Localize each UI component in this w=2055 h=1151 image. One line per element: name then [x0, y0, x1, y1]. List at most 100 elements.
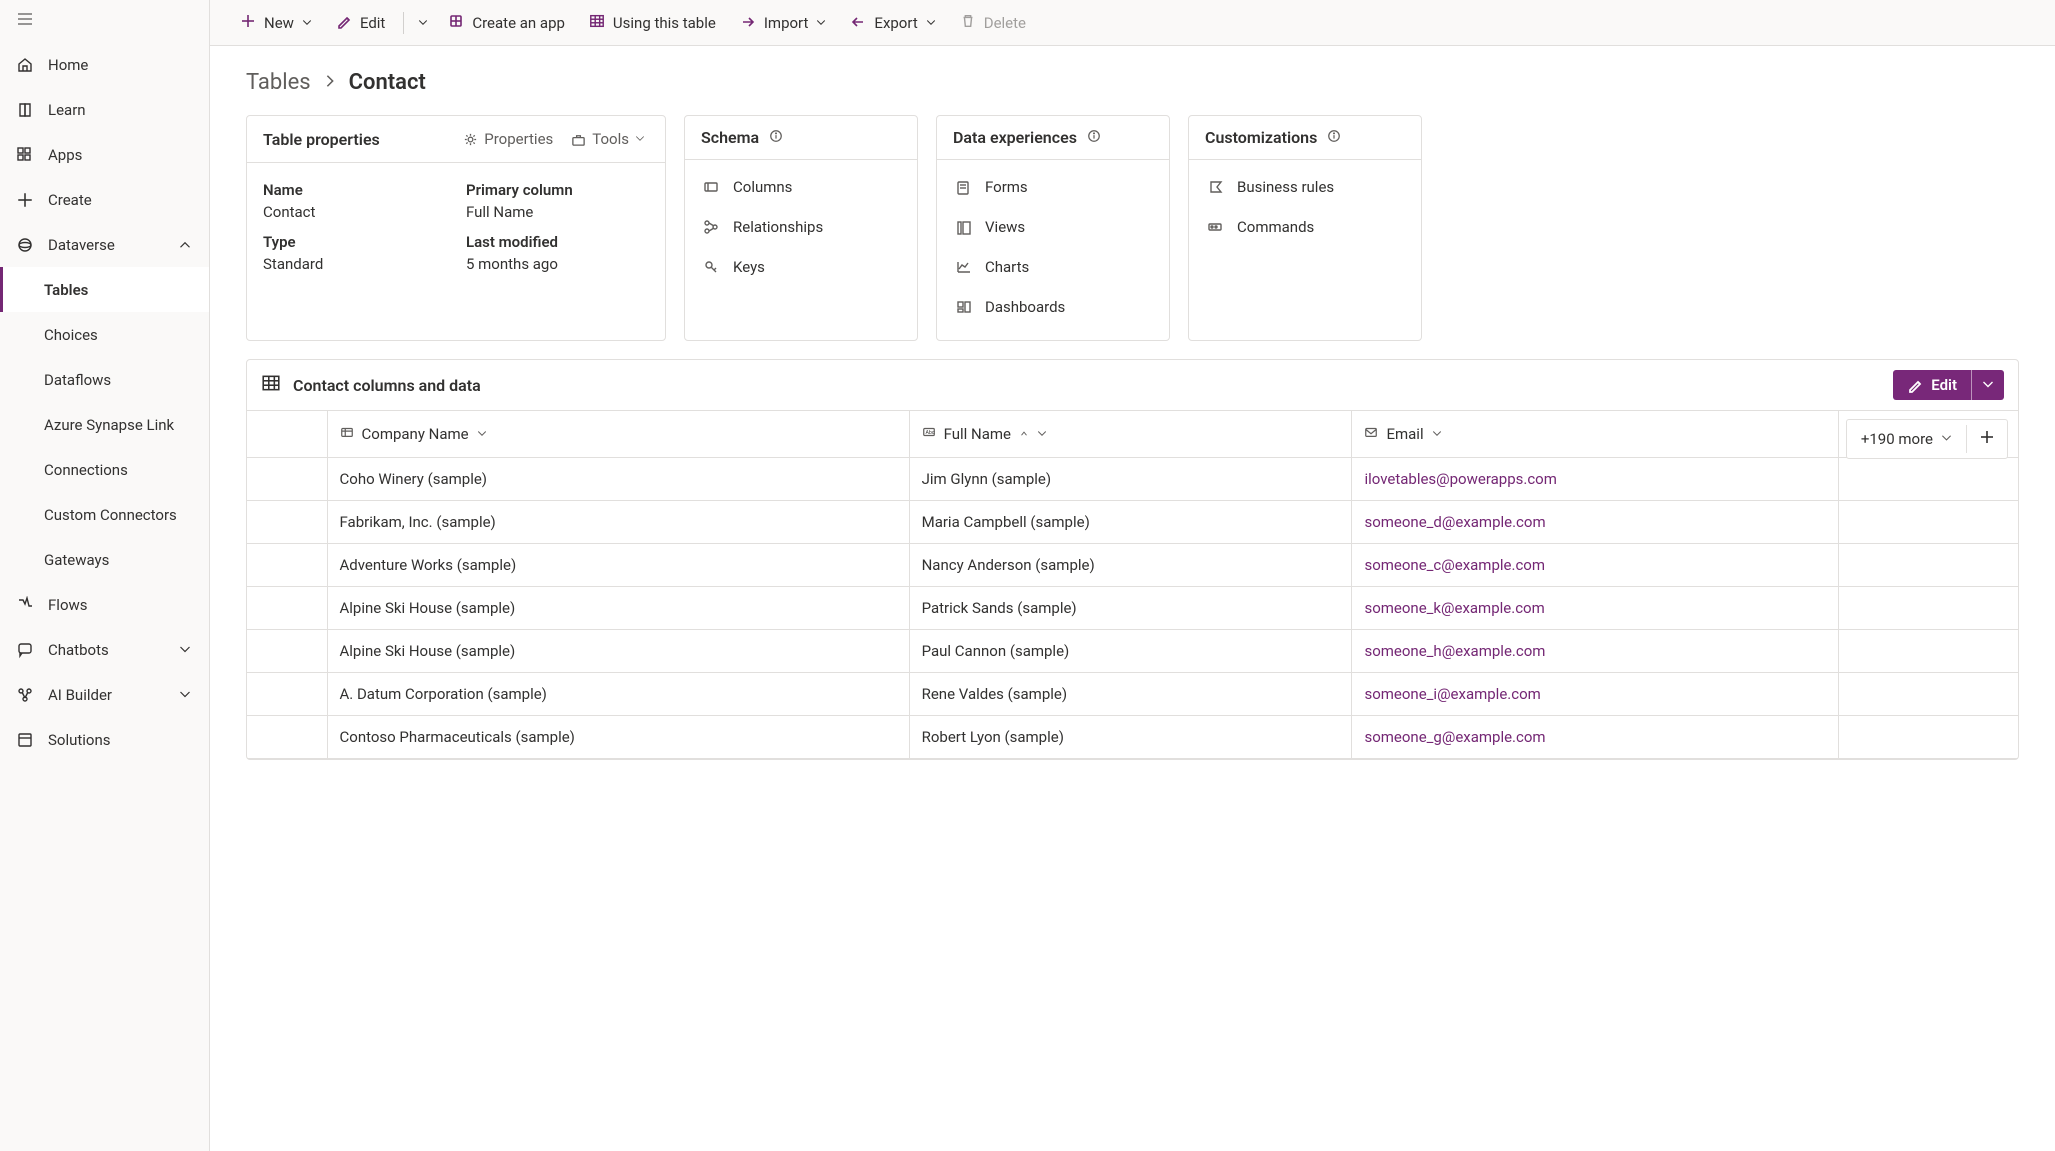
cell-email[interactable]: ilovetables@powerapps.com [1352, 458, 1838, 501]
sidebar-item-home[interactable]: Home [0, 42, 209, 87]
cell-email[interactable]: someone_i@example.com [1352, 673, 1838, 716]
edit-data-dropdown[interactable] [1972, 370, 2004, 400]
sidebar-item-chatbots[interactable]: Chatbots [0, 627, 209, 672]
cell-fullname[interactable]: Robert Lyon (sample) [909, 716, 1352, 759]
column-header-fullname[interactable]: Full Name [909, 411, 1352, 458]
sidebar-item-apps[interactable]: Apps [0, 132, 209, 177]
sidebar-item-label: Learn [48, 101, 86, 119]
table-row[interactable]: Adventure Works (sample)Nancy Anderson (… [247, 544, 2018, 587]
sidebar-item-label: Dataflows [44, 371, 111, 389]
custom-rules-link[interactable]: Business rules [1205, 170, 1405, 204]
exp-charts-link[interactable]: Charts [953, 250, 1153, 284]
sidebar-item-gateways[interactable]: Gateways [0, 537, 209, 582]
sidebar-item-ai-builder[interactable]: AI Builder [0, 672, 209, 717]
table-row[interactable]: Fabrikam, Inc. (sample)Maria Campbell (s… [247, 501, 2018, 544]
info-icon[interactable] [769, 128, 783, 147]
edit-split-button[interactable] [414, 7, 432, 39]
info-icon[interactable] [1327, 128, 1341, 147]
cell-company[interactable]: A. Datum Corporation (sample) [327, 673, 909, 716]
sidebar-item-connections[interactable]: Connections [0, 447, 209, 492]
table-row[interactable]: Alpine Ski House (sample)Patrick Sands (… [247, 587, 2018, 630]
sidebar-item-solutions[interactable]: Solutions [0, 717, 209, 762]
import-button[interactable]: Import [732, 7, 835, 39]
sidebar-item-dataverse[interactable]: Dataverse [0, 222, 209, 267]
cell-company[interactable]: Alpine Ski House (sample) [327, 630, 909, 673]
sidebar-item-learn[interactable]: Learn [0, 87, 209, 132]
cell-company[interactable]: Coho Winery (sample) [327, 458, 909, 501]
row-handle[interactable] [247, 458, 327, 501]
exp-views-link[interactable]: Views [953, 210, 1153, 244]
card-title: Customizations [1205, 128, 1317, 147]
row-handle[interactable] [247, 630, 327, 673]
breadcrumb-root[interactable]: Tables [246, 70, 311, 95]
email-link[interactable]: someone_d@example.com [1364, 513, 1545, 531]
row-handle[interactable] [247, 544, 327, 587]
cell-email[interactable]: someone_h@example.com [1352, 630, 1838, 673]
row-handle[interactable] [247, 501, 327, 544]
sidebar-item-flows[interactable]: Flows [0, 582, 209, 627]
sidebar-item-create[interactable]: Create [0, 177, 209, 222]
chevron-down-icon [1941, 430, 1952, 448]
using-table-button[interactable]: Using this table [581, 7, 724, 39]
email-link[interactable]: someone_i@example.com [1364, 685, 1540, 703]
row-handle[interactable] [247, 587, 327, 630]
sidebar-item-dataflows[interactable]: Dataflows [0, 357, 209, 402]
create-app-button[interactable]: Create an app [440, 7, 573, 39]
email-link[interactable]: someone_g@example.com [1364, 728, 1545, 746]
email-link[interactable]: ilovetables@powerapps.com [1364, 470, 1556, 488]
cell-email[interactable]: someone_c@example.com [1352, 544, 1838, 587]
info-icon[interactable] [1087, 128, 1101, 147]
cell-email[interactable]: someone_k@example.com [1352, 587, 1838, 630]
custom-commands-link[interactable]: Commands [1205, 210, 1405, 244]
edit-button[interactable]: Edit [328, 7, 393, 39]
new-button[interactable]: New [232, 7, 320, 39]
export-button[interactable]: Export [842, 7, 943, 39]
exp-dashboards-link[interactable]: Dashboards [953, 290, 1153, 324]
edit-data-main[interactable]: Edit [1893, 370, 1971, 400]
more-columns-button[interactable]: +190 more [1847, 420, 1966, 458]
add-column-button[interactable] [1967, 421, 2007, 457]
cell-company[interactable]: Alpine Ski House (sample) [327, 587, 909, 630]
cell-fullname[interactable]: Nancy Anderson (sample) [909, 544, 1352, 587]
table-row[interactable]: A. Datum Corporation (sample)Rene Valdes… [247, 673, 2018, 716]
cell-fullname[interactable]: Maria Campbell (sample) [909, 501, 1352, 544]
cell-email[interactable]: someone_d@example.com [1352, 501, 1838, 544]
edit-data-button[interactable]: Edit [1893, 370, 2004, 400]
sidebar-item-choices[interactable]: Choices [0, 312, 209, 357]
sidebar-item-synapse[interactable]: Azure Synapse Link [0, 402, 209, 447]
cell-fullname[interactable]: Rene Valdes (sample) [909, 673, 1352, 716]
cell-company[interactable]: Adventure Works (sample) [327, 544, 909, 587]
email-link[interactable]: someone_k@example.com [1364, 599, 1544, 617]
email-link[interactable]: someone_h@example.com [1364, 642, 1545, 660]
cell-company[interactable]: Fabrikam, Inc. (sample) [327, 501, 909, 544]
chevron-down-icon [635, 130, 645, 148]
row-handle[interactable] [247, 716, 327, 759]
cell-email[interactable]: someone_g@example.com [1352, 716, 1838, 759]
sidebar-item-tables[interactable]: Tables [0, 267, 209, 312]
sidebar-toggle[interactable] [0, 0, 209, 42]
table-row[interactable]: Alpine Ski House (sample)Paul Cannon (sa… [247, 630, 2018, 673]
table-row[interactable]: Coho Winery (sample)Jim Glynn (sample) il… [247, 458, 2018, 501]
column-header-email[interactable]: Email [1352, 411, 1838, 458]
sort-asc-icon [1019, 425, 1029, 443]
cell-company[interactable]: Contoso Pharmaceuticals (sample) [327, 716, 909, 759]
lookup-type-icon [340, 425, 354, 443]
tools-link[interactable]: Tools [567, 128, 649, 150]
card-data-experiences: Data experiences Forms Views [936, 115, 1170, 341]
cell-fullname[interactable]: Paul Cannon (sample) [909, 630, 1352, 673]
cell-fullname[interactable]: Jim Glynn (sample) [909, 458, 1352, 501]
schema-relationships-link[interactable]: Relationships [701, 210, 901, 244]
exp-forms-link[interactable]: Forms [953, 170, 1153, 204]
sidebar-item-custom-connectors[interactable]: Custom Connectors [0, 492, 209, 537]
schema-columns-link[interactable]: Columns [701, 170, 901, 204]
gear-icon [463, 132, 478, 147]
card-title: Table properties [263, 130, 380, 149]
properties-link[interactable]: Properties [459, 128, 557, 150]
column-header-company[interactable]: Company Name [327, 411, 909, 458]
schema-keys-link[interactable]: Keys [701, 250, 901, 284]
row-handle[interactable] [247, 673, 327, 716]
cell-fullname[interactable]: Patrick Sands (sample) [909, 587, 1352, 630]
email-link[interactable]: someone_c@example.com [1364, 556, 1545, 574]
table-row[interactable]: Contoso Pharmaceuticals (sample)Robert L… [247, 716, 2018, 759]
card-title: Schema [701, 128, 759, 147]
